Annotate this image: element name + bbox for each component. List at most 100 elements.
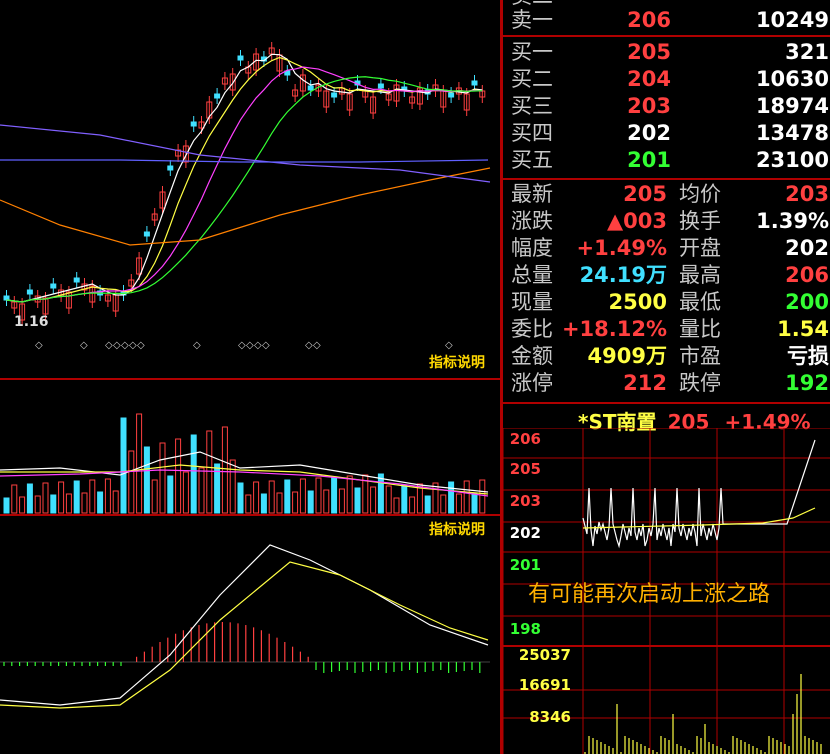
- quote-label: 总量: [511, 263, 553, 287]
- volume-bar: [190, 434, 197, 514]
- volume-bar: [432, 482, 439, 514]
- quote-value: 2500: [608, 290, 667, 314]
- quote-label: 最低: [679, 290, 721, 314]
- quote-value: +18.12%: [561, 317, 667, 341]
- volume-bar: [471, 492, 478, 514]
- order-book-divider: [503, 35, 830, 37]
- signal-diamond: ◇: [445, 340, 453, 351]
- volume-bar: [159, 442, 166, 514]
- quote-label: 涨跌: [511, 209, 553, 233]
- volume-bar: [229, 459, 236, 514]
- signal-diamond: ◇: [113, 340, 121, 351]
- volume-bar: [338, 488, 345, 514]
- volume-bar: [268, 480, 275, 514]
- quote-label: 换手: [679, 209, 721, 233]
- quote-label: 均价: [679, 182, 721, 206]
- volume-bar: [11, 484, 18, 514]
- volume-bar: [284, 479, 291, 514]
- buy-label: 买五: [511, 148, 553, 172]
- candle-body: [3, 295, 10, 301]
- intraday-avg-line: [582, 507, 816, 529]
- quote-value: 4909万: [587, 344, 667, 368]
- buy-volume: 18974: [755, 94, 829, 118]
- candle-body: [190, 121, 197, 127]
- divider-volume-macd: [0, 514, 500, 516]
- signal-diamond: ◇: [129, 340, 137, 351]
- signal-diamond: ◇: [193, 340, 201, 351]
- quote-value: 1.39%: [756, 209, 829, 233]
- signal-diamond: ◇: [80, 340, 88, 351]
- volume-bar: [73, 480, 80, 514]
- candle-body: [448, 92, 455, 98]
- volume-bar: [198, 467, 205, 514]
- volume-tick: 16691: [519, 676, 571, 694]
- volume-bar: [245, 494, 252, 514]
- volume-bar: [377, 473, 384, 514]
- volume-bar: [182, 471, 189, 514]
- volume-bar: [237, 482, 244, 514]
- indicator-explain-button-2[interactable]: 指标说明: [426, 519, 488, 539]
- ma10-line: [6, 56, 483, 303]
- quote-label: 涨停: [511, 371, 553, 395]
- volume-bar: [253, 481, 260, 514]
- volume-bar: [455, 493, 462, 514]
- signal-diamond: ◇: [313, 340, 321, 351]
- volume-bar: [292, 491, 299, 514]
- signal-diamond: ◇: [35, 340, 43, 351]
- quote-value: 203: [785, 182, 829, 206]
- buy-volume: 321: [785, 40, 829, 64]
- volume-bar: [34, 495, 41, 514]
- volume-bar: [42, 482, 49, 514]
- dea-line: [0, 561, 489, 709]
- candle-body: [237, 55, 244, 61]
- volume-bar: [65, 493, 72, 514]
- candlestick-chart[interactable]: ◇ ◇ ◇ ◇ ◇ ◇ ◇ ◇ ◇ ◇ ◇ ◇ ◇ ◇ ◇: [0, 0, 500, 380]
- signal-diamond: ◇: [262, 340, 270, 351]
- signal-diamond: ◇: [121, 340, 129, 351]
- quote-value: 205: [623, 182, 667, 206]
- candle-body: [26, 289, 33, 295]
- quote-value: 212: [623, 371, 667, 395]
- quote-value: 206: [785, 263, 829, 287]
- quote-value: 200: [785, 290, 829, 314]
- volume-bar: [448, 481, 455, 514]
- intraday-price-line: [582, 439, 816, 549]
- price-tick: 202: [510, 524, 541, 542]
- ma250-line: [0, 159, 489, 163]
- volume-bar: [346, 475, 353, 514]
- candle-body: [377, 83, 384, 89]
- dif-line: [0, 544, 489, 706]
- divider-candle-volume: [0, 378, 500, 380]
- quote-label: 最高: [679, 263, 721, 287]
- volume-bar: [151, 479, 158, 514]
- signal-diamond: ◇: [137, 340, 145, 351]
- quote-table: 最新 205 均价 203 涨跌 ▲003 换手 1.39% 幅度 +1.49% 开盘 202 总量 24…: [503, 180, 830, 402]
- candle-body: [307, 85, 314, 91]
- volume-bar: [167, 475, 174, 514]
- volume-bar: [260, 493, 267, 514]
- signal-diamond: ◇: [246, 340, 254, 351]
- volume-bar: [143, 446, 150, 514]
- quote-label: 市盈: [679, 344, 721, 368]
- volume-bar: [370, 486, 377, 514]
- volume-bar: [354, 487, 361, 514]
- buy-label: 买一: [511, 40, 553, 64]
- macd-chart[interactable]: [0, 540, 500, 754]
- volume-chart[interactable]: [0, 380, 500, 515]
- volume-bar: [385, 485, 392, 514]
- buy-price: 202: [627, 121, 671, 145]
- quote-label: 开盘: [679, 236, 721, 260]
- volume-bar: [112, 490, 119, 514]
- candle-body: [167, 165, 174, 171]
- volume-tick: 8346: [529, 708, 571, 726]
- volume-bar: [58, 481, 65, 514]
- price-min-label: 1.16: [14, 314, 49, 330]
- quote-label: 幅度: [511, 236, 553, 260]
- volume-bar: [136, 413, 143, 514]
- quote-value: 亏损: [787, 344, 829, 368]
- volume-bar: [299, 478, 306, 514]
- buy-label: 买二: [511, 67, 553, 91]
- volume-bar: [89, 479, 96, 514]
- quote-label: 现量: [511, 290, 553, 314]
- indicator-explain-button[interactable]: 指标说明: [426, 352, 488, 372]
